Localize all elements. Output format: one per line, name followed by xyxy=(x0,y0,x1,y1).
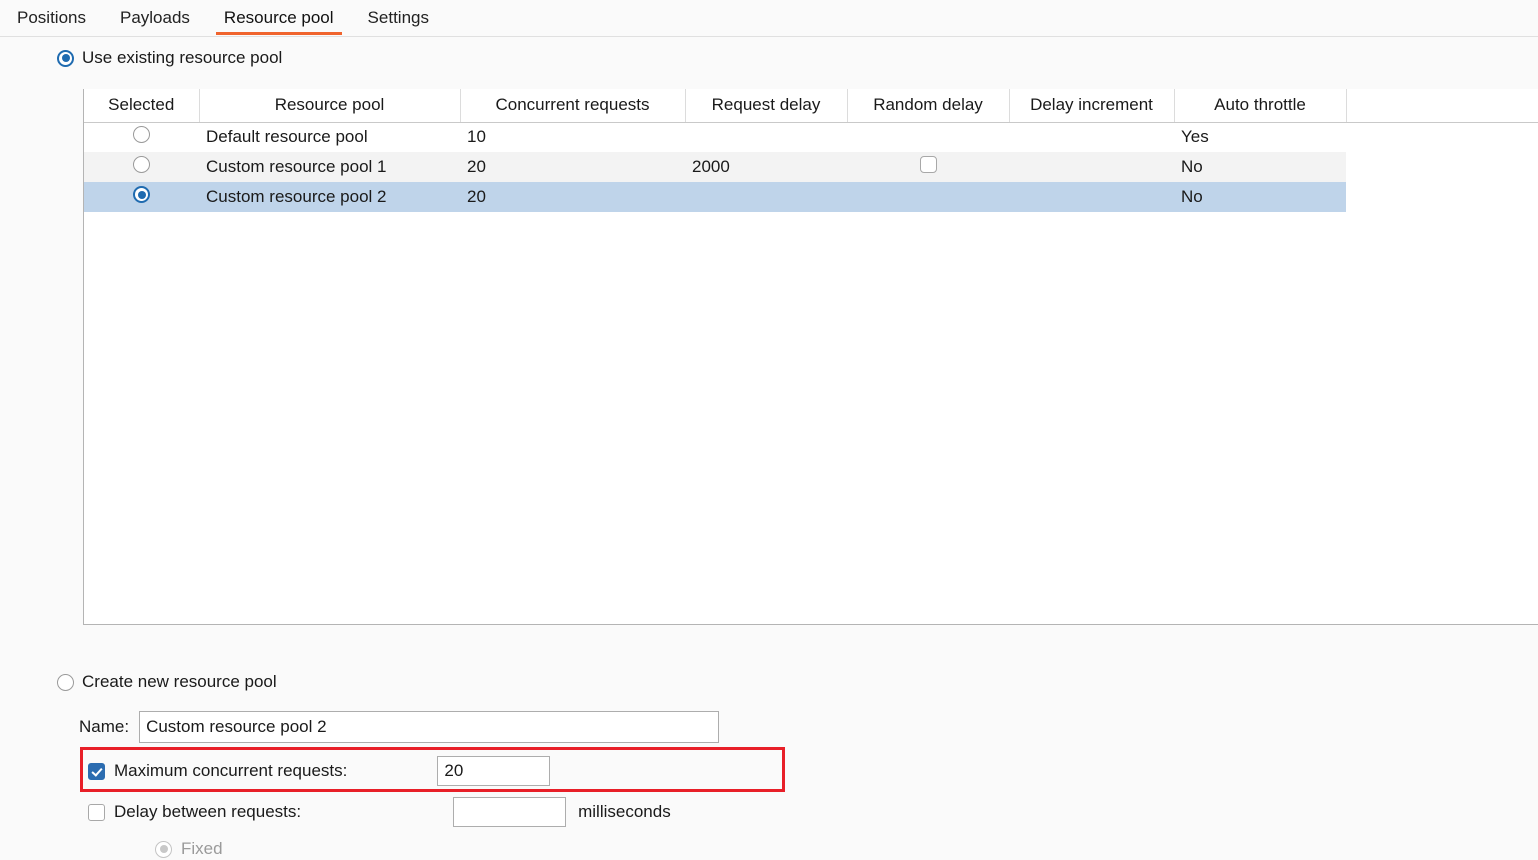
max-concurrent-requests-input[interactable]: 20 xyxy=(437,756,551,786)
max-concurrent-requests-row: Maximum concurrent requests: 20 xyxy=(88,756,551,786)
cell-auto-throttle: No xyxy=(1174,152,1346,182)
table-row[interactable]: Custom resource pool 2 20 No xyxy=(84,182,1538,212)
row-select-radio[interactable] xyxy=(133,126,150,144)
name-input[interactable]: Custom resource pool 2 xyxy=(139,711,720,743)
row-select-radio[interactable] xyxy=(133,156,150,173)
cell-random-delay xyxy=(847,122,1009,152)
create-new-pool-radio[interactable] xyxy=(57,673,74,691)
create-new-pool-option[interactable]: Create new resource pool xyxy=(57,672,277,692)
cell-random-delay[interactable] xyxy=(847,152,1009,182)
tab-resource-pool[interactable]: Resource pool xyxy=(207,0,351,35)
table-header: Selected Resource pool Concurrent reques… xyxy=(84,89,1538,123)
name-field-row: Name: Custom resource pool 2 xyxy=(79,711,720,743)
row-select-cell[interactable] xyxy=(84,182,199,212)
cell-auto-throttle: Yes xyxy=(1181,127,1209,147)
fixed-delay-option: Fixed xyxy=(155,838,223,860)
fixed-delay-radio xyxy=(155,840,172,858)
column-header-resource-pool[interactable]: Resource pool xyxy=(199,89,461,123)
tab-payloads-label: Payloads xyxy=(119,8,190,27)
table-body: Default resource pool 10 Yes Custom reso… xyxy=(84,122,1538,212)
cell-auto-throttle: No xyxy=(1174,182,1346,212)
cell-concurrent-requests: 20 xyxy=(460,152,685,182)
delay-between-requests-checkbox[interactable] xyxy=(88,803,105,821)
column-header-concurrent-requests[interactable]: Concurrent requests xyxy=(460,89,686,123)
max-concurrent-requests-label: Maximum concurrent requests: xyxy=(114,761,348,780)
tab-positions[interactable]: Positions xyxy=(0,0,103,35)
random-delay-checkbox[interactable] xyxy=(919,156,937,173)
tab-settings[interactable]: Settings xyxy=(351,0,446,35)
row-select-cell[interactable] xyxy=(84,122,199,152)
resource-pool-table-container: Selected Resource pool Concurrent reques… xyxy=(83,89,1538,625)
cell-filler xyxy=(1346,182,1538,212)
cell-request-delay: 2000 xyxy=(685,152,847,182)
cell-delay-increment xyxy=(1009,182,1174,212)
max-concurrent-requests-checkbox[interactable] xyxy=(88,762,105,780)
use-existing-pool-radio[interactable] xyxy=(57,49,74,67)
table-row[interactable]: Custom resource pool 1 20 2000 No xyxy=(84,152,1538,182)
column-header-selected[interactable]: Selected xyxy=(84,89,200,123)
cell-resource-pool: Custom resource pool 1 xyxy=(199,152,460,182)
tab-bar: Positions Payloads Resource pool Setting… xyxy=(0,0,1538,37)
table-row[interactable]: Default resource pool 10 Yes xyxy=(84,122,1538,152)
tab-payloads[interactable]: Payloads xyxy=(103,0,207,35)
row-select-cell[interactable] xyxy=(84,152,199,182)
use-existing-pool-option[interactable]: Use existing resource pool xyxy=(57,48,282,68)
delay-between-requests-row: Delay between requests: milliseconds xyxy=(88,797,671,827)
cell-concurrent-requests: 20 xyxy=(460,182,685,212)
delay-between-requests-label: Delay between requests: xyxy=(114,802,302,821)
row-select-radio[interactable] xyxy=(133,186,150,203)
delay-units-label: milliseconds xyxy=(578,802,671,821)
cell-concurrent-requests: 10 xyxy=(467,127,486,147)
resource-pool-table: Selected Resource pool Concurrent reques… xyxy=(84,89,1538,212)
cell-request-delay xyxy=(685,122,847,152)
cell-delay-increment xyxy=(1009,152,1174,182)
use-existing-pool-label: Use existing resource pool xyxy=(82,48,283,67)
tab-positions-label: Positions xyxy=(17,8,86,27)
tab-resource-pool-label: Resource pool xyxy=(223,8,334,27)
column-header-auto-throttle[interactable]: Auto throttle xyxy=(1174,89,1347,123)
cell-resource-pool: Default resource pool xyxy=(206,127,368,147)
delay-between-requests-input[interactable] xyxy=(453,797,567,827)
cell-filler xyxy=(1346,122,1538,152)
tab-settings-label: Settings xyxy=(367,8,429,27)
table-header-row: Selected Resource pool Concurrent reques… xyxy=(84,89,1538,123)
column-header-request-delay[interactable]: Request delay xyxy=(685,89,848,123)
name-label: Name: xyxy=(79,717,130,736)
cell-filler xyxy=(1346,152,1538,182)
cell-request-delay xyxy=(685,182,847,212)
fixed-delay-label: Fixed xyxy=(181,839,223,858)
column-header-filler xyxy=(1346,89,1538,123)
create-new-pool-label: Create new resource pool xyxy=(82,672,277,691)
cell-random-delay xyxy=(847,182,1009,212)
cell-delay-increment xyxy=(1009,122,1174,152)
column-header-random-delay[interactable]: Random delay xyxy=(847,89,1010,123)
cell-resource-pool: Custom resource pool 2 xyxy=(199,182,460,212)
column-header-delay-increment[interactable]: Delay increment xyxy=(1009,89,1175,123)
